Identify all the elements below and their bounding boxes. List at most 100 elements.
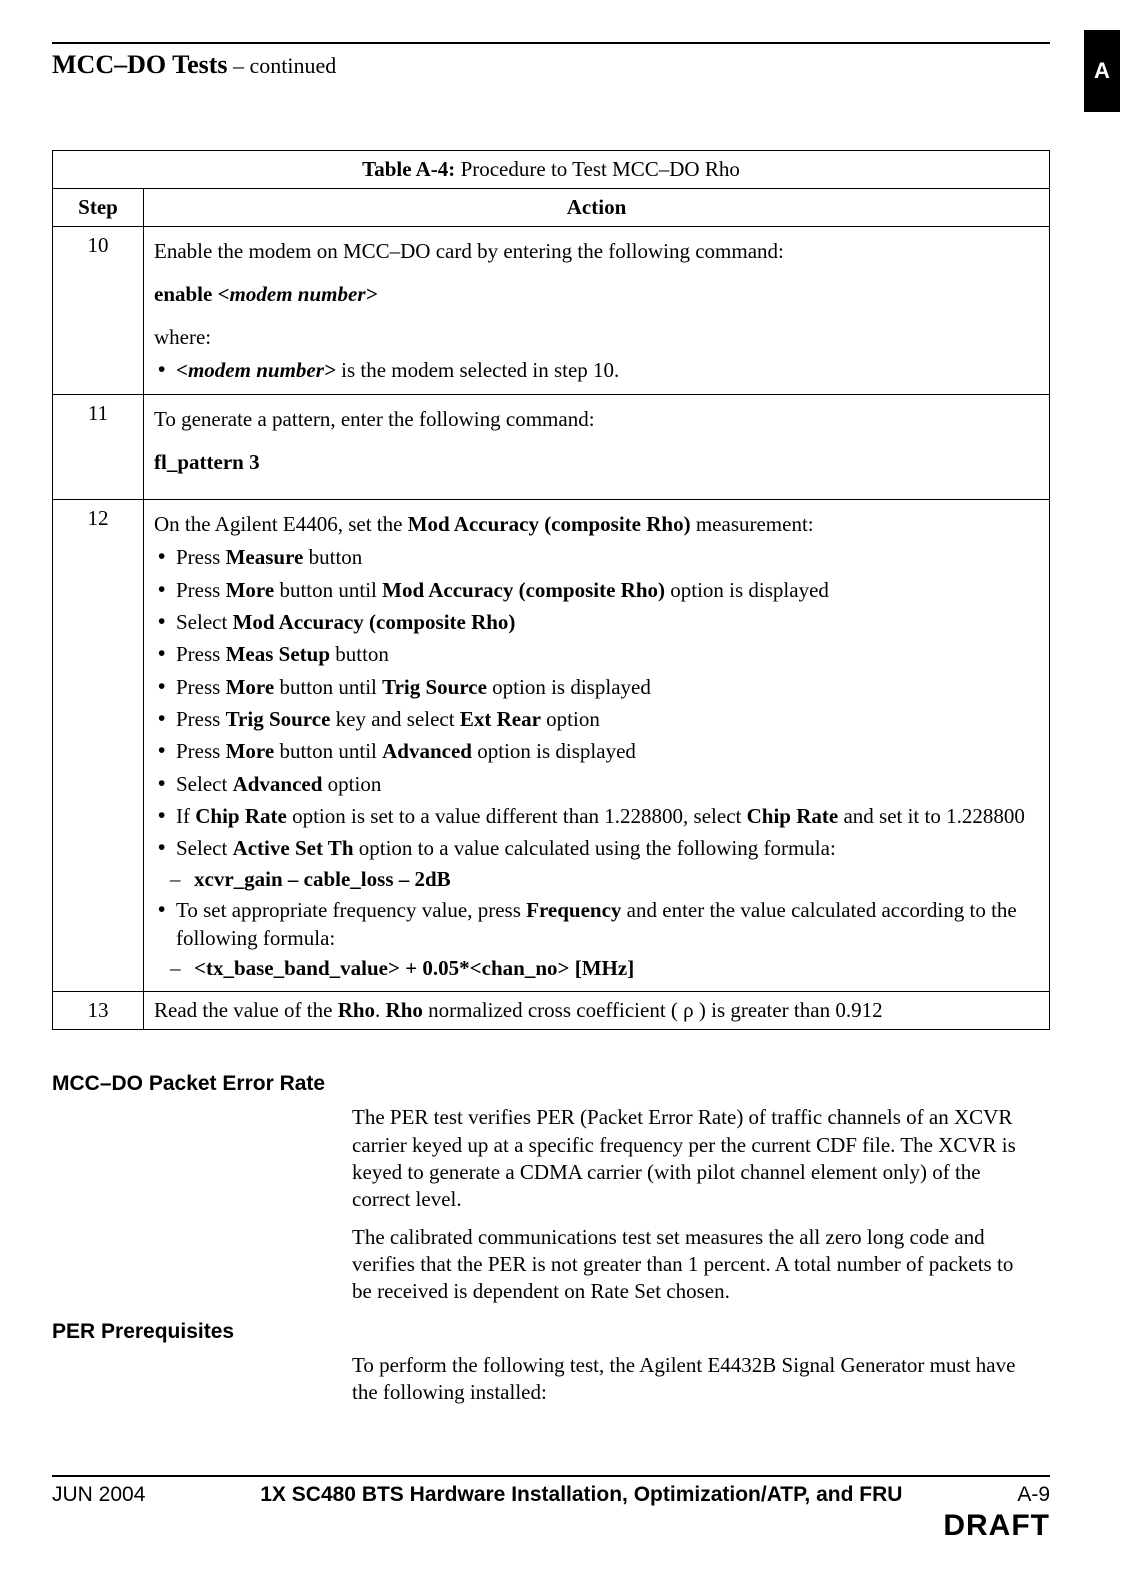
t: button <box>330 642 389 666</box>
t: Mod Accuracy (composite Rho) <box>408 512 691 536</box>
t: option is displayed <box>487 675 651 699</box>
t: Meas Setup <box>226 642 330 666</box>
col-action: Action <box>144 189 1050 227</box>
command: enable <modem number> <box>154 282 1039 307</box>
bullet: Press More button until Trig Source opti… <box>154 673 1039 701</box>
step-number: 11 <box>53 395 144 500</box>
draft-stamp: DRAFT <box>52 1509 1050 1543</box>
t: Active Set Th <box>233 836 354 860</box>
t: Trig Source <box>226 707 331 731</box>
step-action: On the Agilent E4406, set the Mod Accura… <box>144 500 1050 992</box>
table-caption-label: Table A-4: <box>362 157 455 181</box>
step-action: To generate a pattern, enter the followi… <box>144 395 1050 500</box>
bullet: Press Trig Source key and select Ext Rea… <box>154 705 1039 733</box>
table-row: 11 To generate a pattern, enter the foll… <box>53 395 1050 500</box>
t: option <box>541 707 600 731</box>
bullet: Press More button until Mod Accuracy (co… <box>154 576 1039 604</box>
t: button until <box>274 739 382 763</box>
bullet: Select Advanced option <box>154 770 1039 798</box>
footer-rule <box>52 1475 1050 1477</box>
section-heading-prereq: PER Prerequisites <box>52 1320 1050 1344</box>
step-number: 12 <box>53 500 144 992</box>
t: button until <box>274 675 382 699</box>
t: To set appropriate frequency value, pres… <box>176 898 526 922</box>
t: Measure <box>226 545 304 569</box>
section-body-prereq: To perform the following test, the Agile… <box>352 1352 1032 1407</box>
where-label: where: <box>154 325 1039 350</box>
t: Mod Accuracy (composite Rho) <box>233 610 516 634</box>
table-caption-text: Procedure to Test MCC–DO Rho <box>455 157 740 181</box>
t: xcvr_gain – cable_loss – 2dB <box>194 867 451 891</box>
t: Select <box>176 610 233 634</box>
t: If <box>176 804 195 828</box>
table-row: 12 On the Agilent E4406, set the Mod Acc… <box>53 500 1050 992</box>
t: key and select <box>330 707 459 731</box>
t: Select <box>176 836 233 860</box>
dash-item: xcvr_gain – cable_loss – 2dB <box>154 867 1039 892</box>
cmd-text: fl_pattern 3 <box>154 450 260 474</box>
text: To generate a pattern, enter the followi… <box>154 407 1039 432</box>
t: Advanced <box>382 739 472 763</box>
text: Enable the modem on MCC–DO card by enter… <box>154 239 1039 264</box>
table-row: 13 Read the value of the Rho. Rho normal… <box>53 992 1050 1030</box>
table-caption: Table A-4: Procedure to Test MCC–DO Rho <box>53 151 1050 189</box>
bullet: To set appropriate frequency value, pres… <box>154 896 1039 953</box>
procedure-table: Table A-4: Procedure to Test MCC–DO Rho … <box>52 150 1050 1030</box>
command: fl_pattern 3 <box>154 450 1039 475</box>
dash-item: <tx_base_band_value> + 0.05*<chan_no> [M… <box>154 956 1039 981</box>
t: and set it to 1.228800 <box>838 804 1025 828</box>
t: More <box>226 675 275 699</box>
paragraph: To perform the following test, the Agile… <box>352 1352 1032 1407</box>
t: option <box>322 772 381 796</box>
step-number: 13 <box>53 992 144 1030</box>
t: option is displayed <box>472 739 636 763</box>
t: On the Agilent E4406, set the <box>154 512 408 536</box>
t: <tx_base_band_value> + 0.05*<chan_no> [M… <box>194 956 634 980</box>
bullet: Press Meas Setup button <box>154 640 1039 668</box>
t: Press <box>176 707 226 731</box>
bullet: If Chip Rate option is set to a value di… <box>154 802 1039 830</box>
footer-date: JUN 2004 <box>52 1483 145 1507</box>
t: Mod Accuracy (composite Rho) <box>382 578 665 602</box>
t: option is displayed <box>665 578 829 602</box>
step-action: Enable the modem on MCC–DO card by enter… <box>144 227 1050 395</box>
t: button <box>303 545 362 569</box>
step-action: Read the value of the Rho. Rho normalize… <box>144 992 1050 1030</box>
cmd-prefix: enable <box>154 282 218 306</box>
footer-page-number: A-9 <box>1017 1483 1050 1507</box>
t: option is set to a value different than … <box>287 804 747 828</box>
t: More <box>226 739 275 763</box>
paragraph: The PER test verifies PER (Packet Error … <box>352 1104 1032 1213</box>
t: measurement: <box>691 512 814 536</box>
page-footer: JUN 2004 1X SC480 BTS Hardware Installat… <box>52 1475 1050 1543</box>
t: Trig Source <box>382 675 487 699</box>
bullet: Select Mod Accuracy (composite Rho) <box>154 608 1039 636</box>
section-tab: A <box>1084 30 1120 112</box>
page-title-cont: – continued <box>228 53 337 78</box>
cmd-placeholder: <modem number> <box>218 282 378 306</box>
paragraph: The calibrated communications test set m… <box>352 1224 1032 1306</box>
t: Press <box>176 545 226 569</box>
bullet-text: is the modem selected in step 10. <box>336 358 619 382</box>
t: Chip Rate <box>195 804 287 828</box>
t: Read the value of the <box>154 998 338 1022</box>
page-title-main: MCC–DO Tests <box>52 50 228 79</box>
t: Advanced <box>233 772 323 796</box>
footer-doc-title: 1X SC480 BTS Hardware Installation, Opti… <box>145 1483 1017 1507</box>
t: option to a value calculated using the f… <box>354 836 836 860</box>
bullet: Select Active Set Th option to a value c… <box>154 834 1039 862</box>
section-tab-bar-bottom <box>1084 86 1120 112</box>
section-tab-bar-top <box>1084 30 1120 56</box>
section-tab-letter: A <box>1084 56 1120 86</box>
t: . <box>375 998 386 1022</box>
bullet: <modem number> is the modem selected in … <box>154 356 1039 384</box>
t: Rho <box>338 998 375 1022</box>
t: Rho <box>386 998 423 1022</box>
t: Press <box>176 642 226 666</box>
t: Press <box>176 675 226 699</box>
col-step: Step <box>53 189 144 227</box>
bullet-placeholder: <modem number> <box>176 358 336 382</box>
bullet: Press More button until Advanced option … <box>154 737 1039 765</box>
bullet: Press Measure button <box>154 543 1039 571</box>
t: Chip Rate <box>747 804 839 828</box>
